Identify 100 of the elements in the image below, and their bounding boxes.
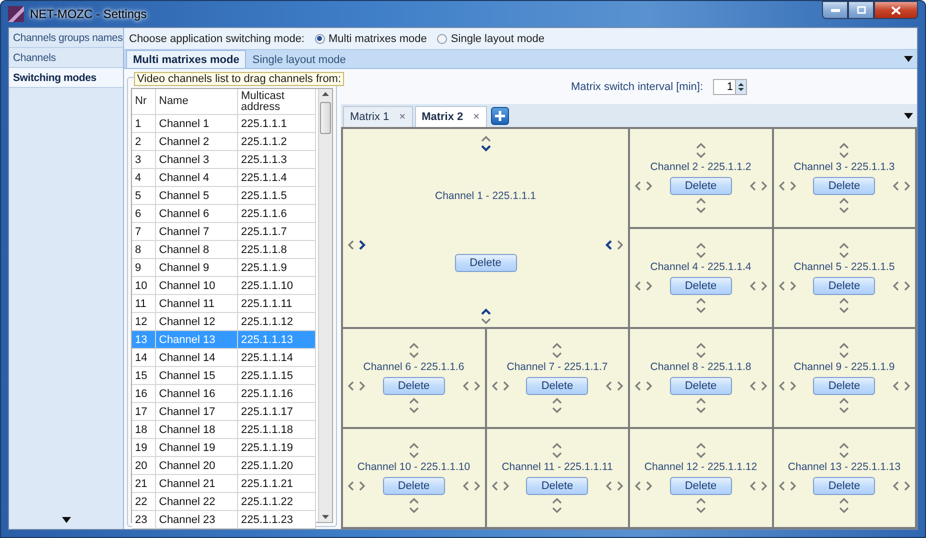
table-cell[interactable]: Channel 2 [156, 133, 238, 151]
chevron-down-icon[interactable] [480, 144, 490, 152]
delete-button[interactable]: Delete [382, 377, 445, 395]
mode-tab[interactable]: Multi matrixes mode [126, 50, 246, 68]
table-cell[interactable]: 225.1.1.6 [238, 205, 316, 223]
table-cell[interactable]: 7 [132, 223, 156, 241]
table-cell[interactable]: 3 [132, 151, 156, 169]
table-cell[interactable]: 225.1.1.3 [238, 151, 316, 169]
delete-button[interactable]: Delete [813, 477, 876, 495]
table-cell[interactable]: Channel 8 [156, 241, 238, 259]
delete-button[interactable]: Delete [670, 377, 732, 395]
table-cell[interactable]: 9 [132, 259, 156, 277]
table-cell[interactable]: 225.1.1.23 [238, 511, 316, 529]
table-cell[interactable]: 21 [132, 475, 156, 493]
table-cell[interactable]: Channel 22 [156, 493, 238, 511]
table-cell[interactable]: Channel 14 [156, 349, 238, 367]
sidebar-item[interactable]: Switching modes [9, 68, 123, 88]
scroll-down-icon[interactable] [62, 517, 70, 523]
delete-button[interactable]: Delete [813, 277, 876, 295]
radio-label[interactable]: Single layout mode [450, 32, 544, 44]
table-cell[interactable]: 225.1.1.20 [238, 457, 316, 475]
table-cell[interactable]: 225.1.1.5 [238, 187, 316, 205]
table-cell[interactable]: Channel 11 [156, 295, 238, 313]
table-cell[interactable]: 225.1.1.15 [238, 367, 316, 385]
table-cell[interactable]: 10 [132, 277, 156, 295]
delete-button[interactable]: Delete [526, 377, 588, 395]
caret-down-icon[interactable] [904, 112, 913, 118]
table-cell[interactable]: Channel 9 [156, 259, 238, 277]
table-cell[interactable]: 225.1.1.18 [238, 421, 316, 439]
table-cell[interactable]: 23 [132, 511, 156, 529]
radio-label[interactable]: Multi matrixes mode [328, 32, 427, 44]
matrix-tab[interactable]: Matrix 2 × [414, 106, 487, 127]
table-cell[interactable]: 225.1.1.11 [238, 295, 316, 313]
table-cell[interactable]: 225.1.1.10 [238, 277, 316, 295]
table-cell[interactable]: 17 [132, 403, 156, 421]
table-cell[interactable]: Channel 4 [156, 169, 238, 187]
table-cell[interactable]: 225.1.1.12 [238, 313, 316, 331]
table-cell[interactable]: Channel 3 [156, 151, 238, 169]
delete-button[interactable]: Delete [382, 477, 445, 495]
table-cell[interactable]: 8 [132, 241, 156, 259]
table-cell[interactable]: 2 [132, 133, 156, 151]
table-cell[interactable]: Channel 21 [156, 475, 238, 493]
table-cell[interactable]: 20 [132, 457, 156, 475]
table-cell[interactable]: Channel 1 [156, 115, 238, 133]
add-icon[interactable] [490, 106, 509, 124]
table-cell[interactable]: 225.1.1.7 [238, 223, 316, 241]
table-cell[interactable]: Channel 7 [156, 223, 238, 241]
table-cell[interactable]: 5 [132, 187, 156, 205]
scroll-down-icon[interactable] [322, 515, 329, 519]
table-cell[interactable]: 225.1.1.22 [238, 493, 316, 511]
table-cell[interactable]: 225.1.1.2 [238, 133, 316, 151]
delete-button[interactable]: Delete [670, 277, 732, 295]
close-button[interactable] [874, 1, 918, 19]
delete-button[interactable]: Delete [813, 177, 876, 195]
table-cell[interactable]: 16 [132, 385, 156, 403]
delete-button[interactable]: Delete [526, 477, 588, 495]
scroll-up-icon[interactable] [322, 92, 329, 96]
table-cell[interactable]: Channel 10 [156, 277, 238, 295]
table-cell[interactable]: 22 [132, 493, 156, 511]
table-cell[interactable]: 1 [132, 115, 156, 133]
table-cell[interactable]: 225.1.1.16 [238, 385, 316, 403]
mode-tab[interactable]: Single layout mode [246, 52, 352, 68]
table-cell[interactable]: Channel 18 [156, 421, 238, 439]
table-cell[interactable]: 19 [132, 439, 156, 457]
minimize-button[interactable] [822, 1, 848, 19]
caret-down-icon[interactable] [904, 56, 913, 62]
table-cell[interactable]: 225.1.1.1 [238, 115, 316, 133]
table-cell[interactable]: Channel 12 [156, 313, 238, 331]
delete-button[interactable]: Delete [670, 177, 732, 195]
table-cell[interactable]: 225.1.1.14 [238, 349, 316, 367]
table-cell[interactable]: 12 [132, 313, 156, 331]
table-cell[interactable]: 225.1.1.19 [238, 439, 316, 457]
table-cell[interactable]: 6 [132, 205, 156, 223]
interval-spinner[interactable]: 1 [713, 78, 748, 94]
chevron-left-icon[interactable] [605, 240, 613, 250]
delete-button[interactable]: Delete [454, 254, 516, 272]
scrollbar[interactable] [318, 89, 332, 522]
table-cell[interactable]: 225.1.1.8 [238, 241, 316, 259]
table-cell[interactable]: Channel 16 [156, 385, 238, 403]
delete-button[interactable]: Delete [813, 377, 876, 395]
scroll-thumb[interactable] [320, 102, 331, 134]
delete-button[interactable]: Delete [670, 477, 732, 495]
radio-button[interactable] [314, 34, 324, 44]
maximize-button[interactable] [848, 1, 874, 19]
table-cell[interactable]: Channel 23 [156, 511, 238, 529]
table-cell[interactable]: Channel 5 [156, 187, 238, 205]
table-cell[interactable]: 225.1.1.9 [238, 259, 316, 277]
table-cell[interactable]: Channel 17 [156, 403, 238, 421]
table-cell[interactable]: Channel 15 [156, 367, 238, 385]
table-cell[interactable]: Channel 6 [156, 205, 238, 223]
table-cell[interactable]: 225.1.1.4 [238, 169, 316, 187]
table-cell[interactable]: 225.1.1.17 [238, 403, 316, 421]
table-cell[interactable]: Channel 20 [156, 457, 238, 475]
table-cell[interactable]: 4 [132, 169, 156, 187]
table-cell[interactable]: 11 [132, 295, 156, 313]
table-cell[interactable]: Channel 19 [156, 439, 238, 457]
table-cell[interactable]: 14 [132, 349, 156, 367]
table-cell[interactable]: 15 [132, 367, 156, 385]
matrix-tab[interactable]: Matrix 1 × [343, 106, 413, 127]
radio-button[interactable] [436, 34, 447, 44]
